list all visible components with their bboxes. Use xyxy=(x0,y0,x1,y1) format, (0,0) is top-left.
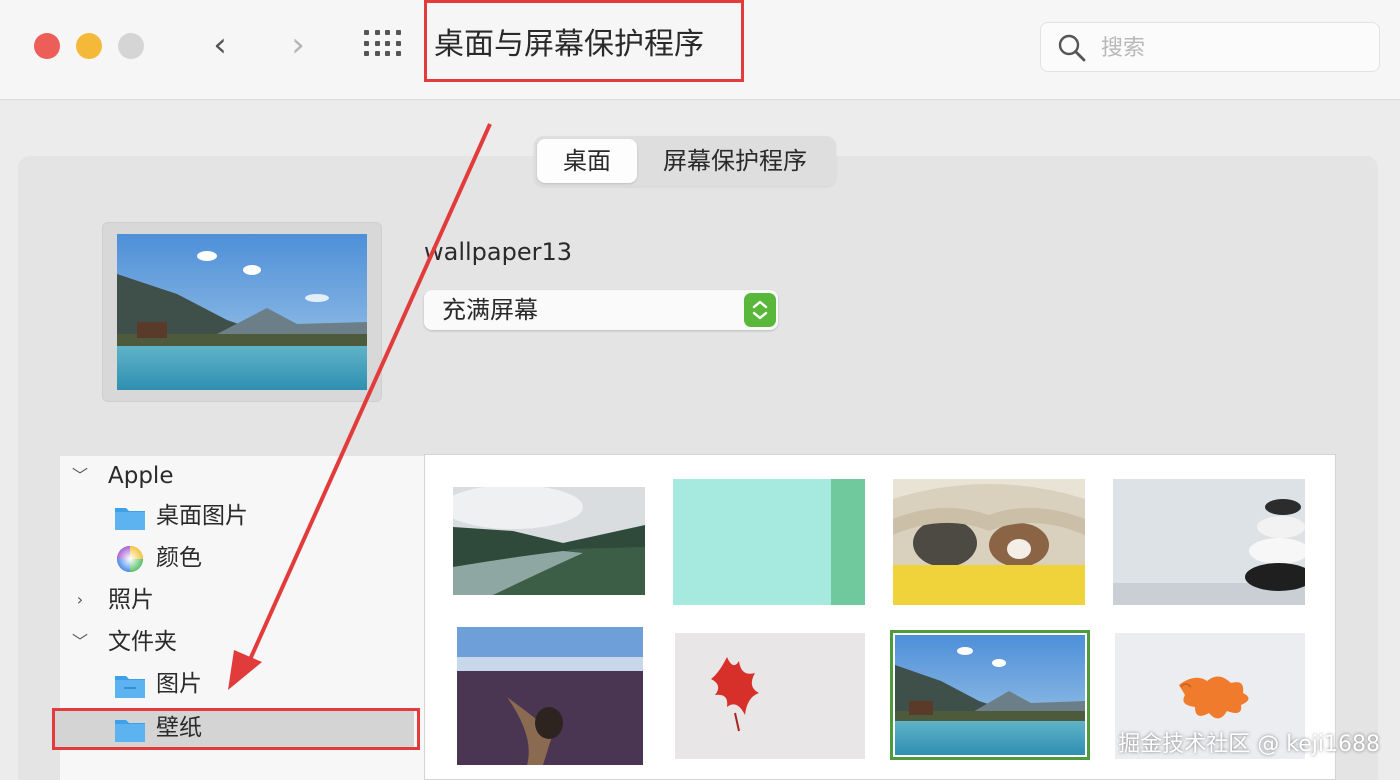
watermark: 掘金技术社区 @ keji1688 xyxy=(1118,732,1380,757)
annotation-arrow-icon xyxy=(228,123,492,690)
system-preferences-window: ‹ › 桌面与屏幕保护程序 桌面 屏幕保护程序 xyxy=(0,0,1400,780)
